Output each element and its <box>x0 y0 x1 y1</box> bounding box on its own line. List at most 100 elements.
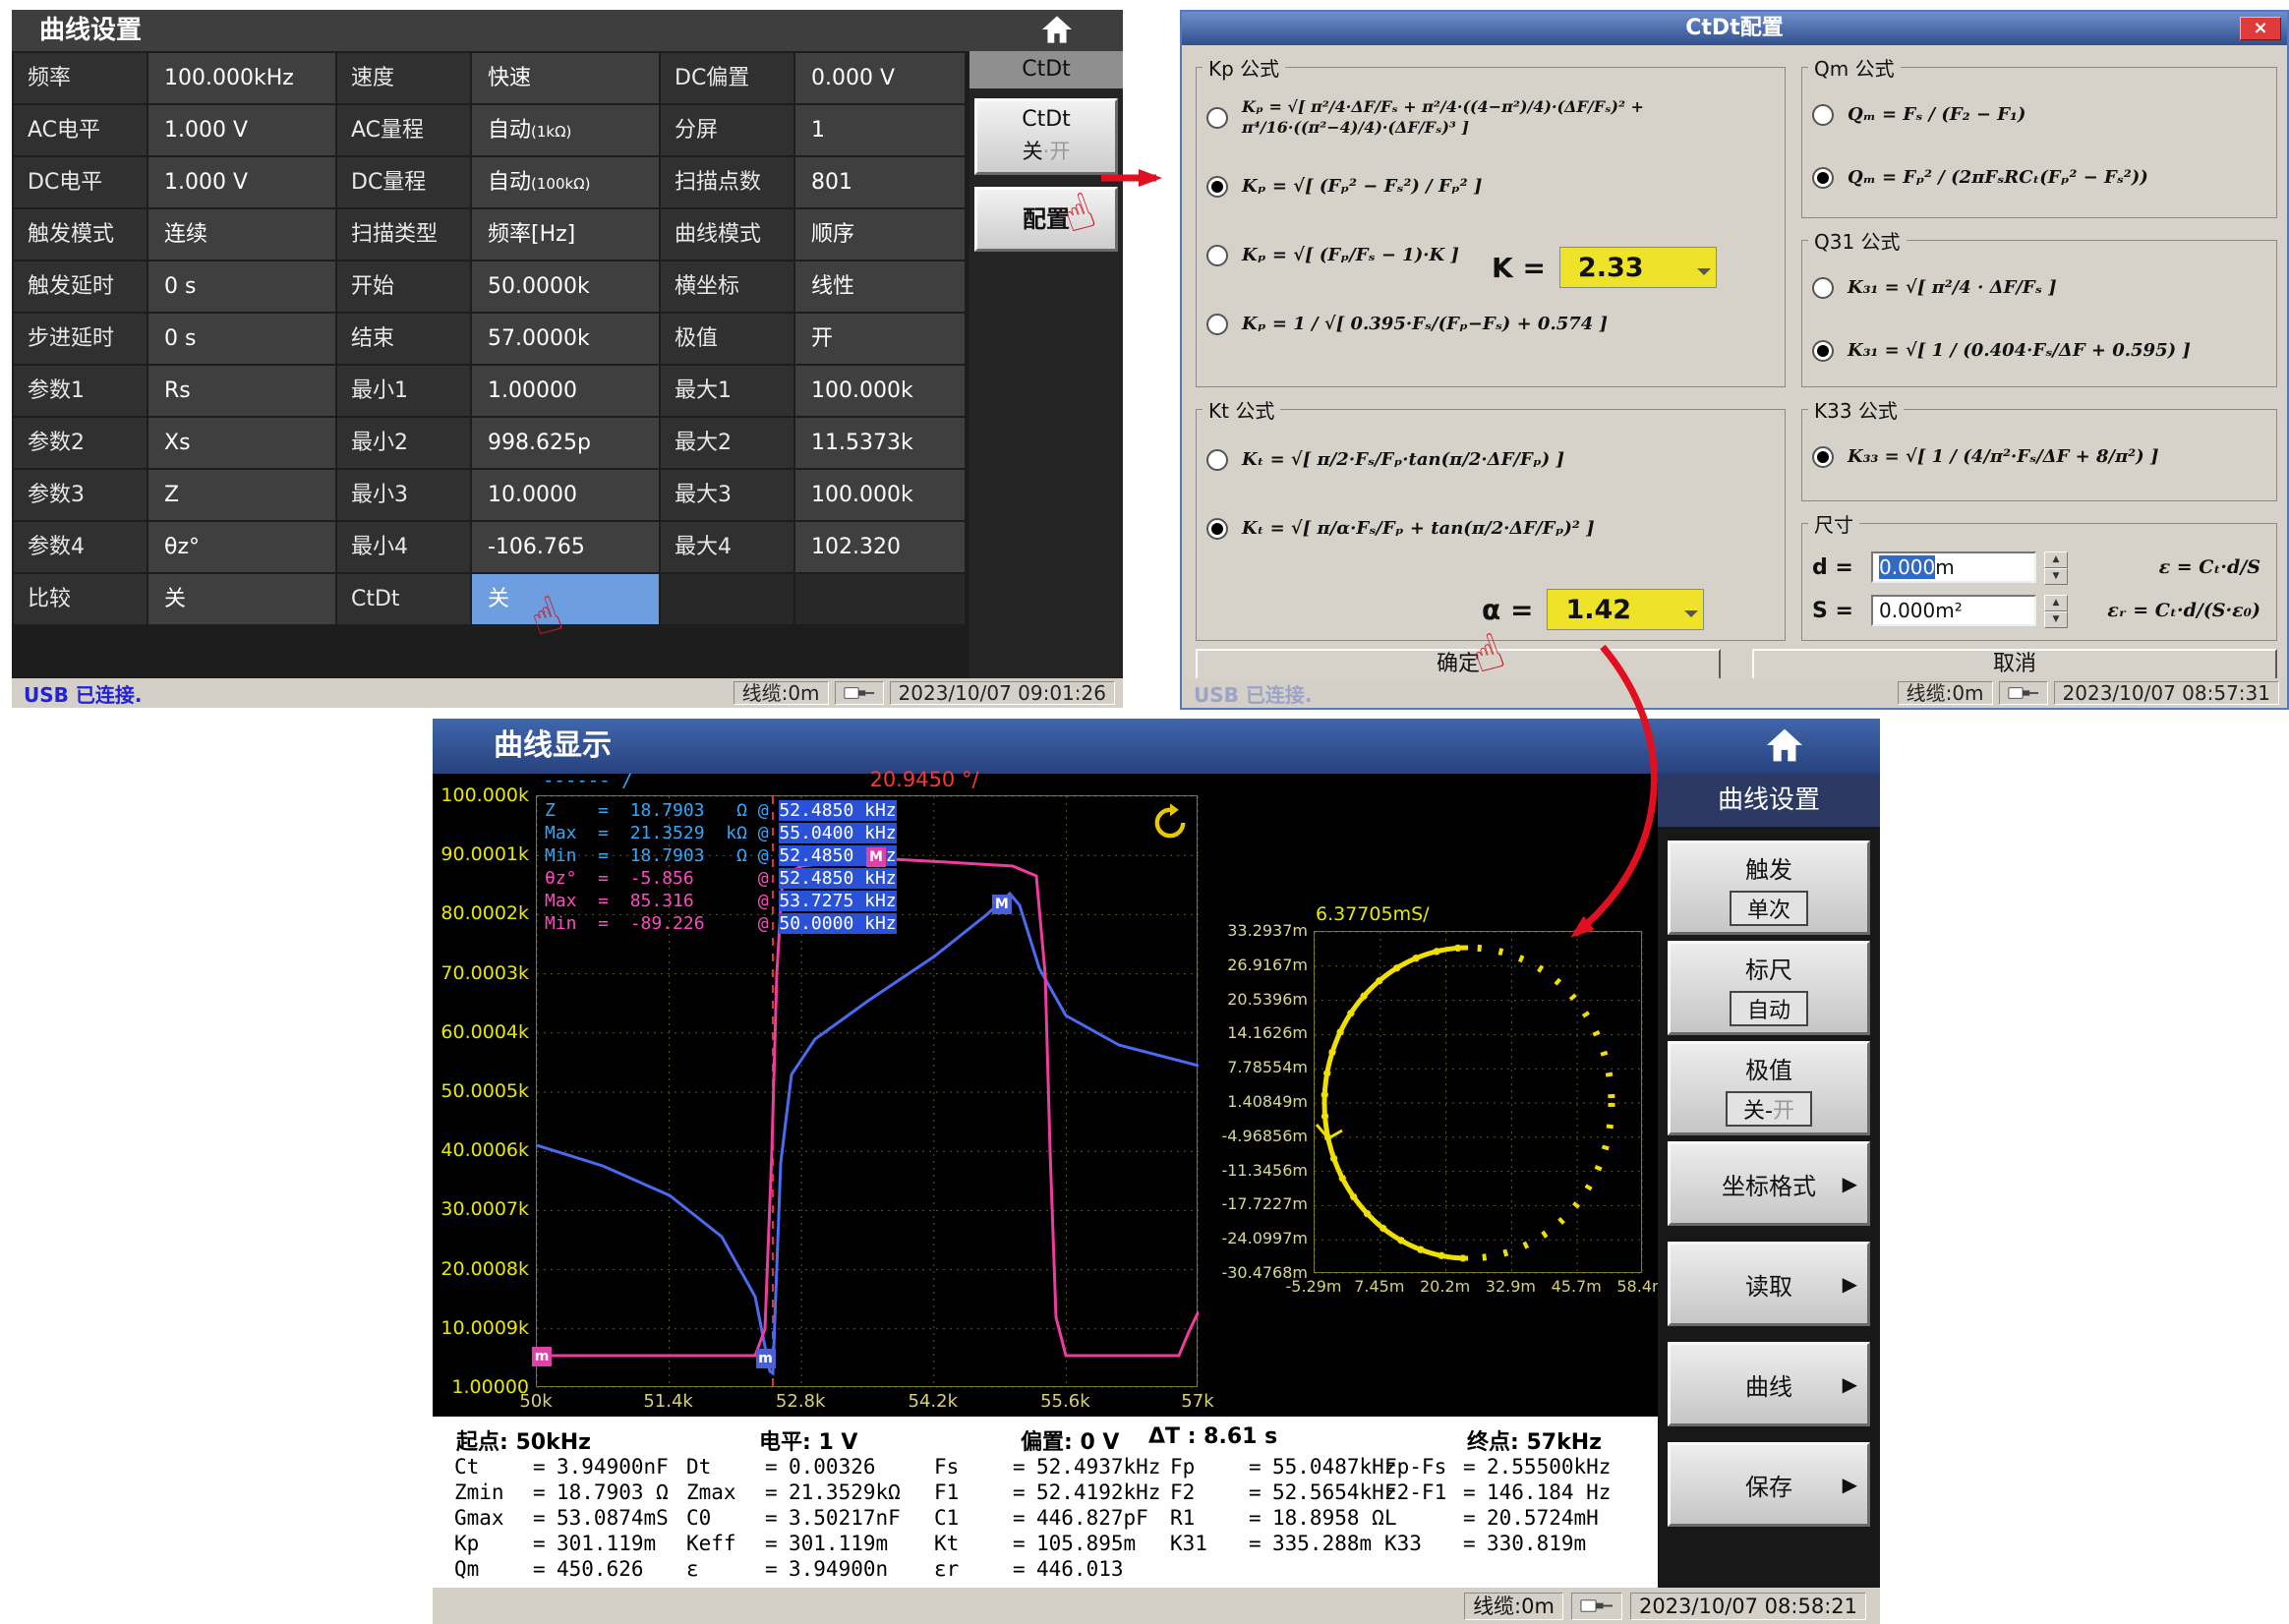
setting-value[interactable]: 线性 <box>795 261 965 312</box>
setting-value[interactable] <box>795 574 965 624</box>
kt-radio-0[interactable] <box>1206 449 1228 471</box>
close-button[interactable]: × <box>2240 17 2281 40</box>
setting-value[interactable]: 11.5373k <box>795 418 965 468</box>
setting-value[interactable]: 10.0000 <box>472 470 659 520</box>
kp-formula-option[interactable]: Kₚ = √[ π²/4·ΔF/Fₛ + π²/4·((4−π²)/4)·(ΔF… <box>1203 84 1779 152</box>
setting-value[interactable]: 1 <box>795 105 965 155</box>
q31-radio-0[interactable] <box>1812 277 1834 299</box>
ok-button[interactable]: 确定 <box>1196 649 1721 680</box>
alpha-label: α = <box>1482 594 1533 626</box>
d-spinner[interactable]: ▲▼ <box>2044 551 2068 583</box>
setting-value[interactable]: 0 s <box>148 314 335 364</box>
setting-value[interactable]: 自动(100kΩ) <box>472 157 659 207</box>
display-window-title: 曲线显示 <box>433 719 1880 774</box>
refresh-icon[interactable] <box>1148 801 1192 848</box>
setting-value[interactable]: 开 <box>795 314 965 364</box>
setting-value[interactable]: 顺序 <box>795 209 965 260</box>
results-table: Ct=3.94900nFDt=0.00326Fs=52.4937kHzFp=55… <box>433 1454 1658 1582</box>
kp-radio-3[interactable] <box>1206 314 1228 335</box>
setting-value[interactable]: 100.000kHz <box>148 53 335 103</box>
setting-value[interactable]: 801 <box>795 157 965 207</box>
qm-formula-option[interactable]: Qₘ = Fₚ² / (2πFₛRCₜ(Fₚ² − Fₛ²)) <box>1808 146 2270 209</box>
kp-radio-0[interactable] <box>1206 107 1228 129</box>
readout-line: Max = 85.316 @ 53.7275 kHz <box>545 890 897 912</box>
usb-status-text: USB 已连接. <box>1194 679 1312 708</box>
setting-value[interactable]: 998.625p <box>472 418 659 468</box>
cable-length: 线缆:0m <box>1464 1593 1563 1620</box>
dropdown-arrow-icon[interactable] <box>1697 268 1711 282</box>
qm-radio-1[interactable] <box>1812 167 1834 189</box>
setting-label: 最小1 <box>337 366 470 416</box>
ctdt-toggle-title: CtDt <box>977 107 1115 132</box>
circle-x-axis: -5.29m7.45m20.2m32.9m45.7m58.4m <box>1281 1277 1674 1296</box>
ctdt-tab[interactable]: CtDt <box>969 51 1123 88</box>
dropdown-arrow-icon[interactable] <box>1684 610 1698 624</box>
setting-value[interactable]: 自动(1kΩ) <box>472 105 659 155</box>
setting-value[interactable]: 1.000 V <box>148 157 335 207</box>
setting-value[interactable]: 0.000 V <box>795 53 965 103</box>
cancel-button[interactable]: 取消 <box>1752 649 2277 680</box>
kt-formula-option[interactable]: Kₜ = √[ π/2·Fₛ/Fₚ·tan(π/2·ΔF/Fₚ) ] <box>1203 426 1779 494</box>
setting-value[interactable]: 0 s <box>148 261 335 312</box>
qm-radio-0[interactable] <box>1812 104 1834 126</box>
formula-text: Kₚ = 1 / √[ 0.395·Fₛ/(Fₚ−Fₛ) + 0.574 ] <box>1242 313 1608 335</box>
kt-radio-1[interactable] <box>1206 518 1228 540</box>
sidebar-button-read[interactable]: 读取▶ <box>1668 1242 1870 1326</box>
result-item: Fp-Fs=2.55500kHz <box>1384 1454 1650 1479</box>
k-input[interactable]: 2.33 <box>1559 247 1717 288</box>
d-input[interactable]: 0.000m <box>1871 551 2036 583</box>
setting-value[interactable]: 连续 <box>148 209 335 260</box>
usb-icon <box>1999 681 2048 705</box>
kp-formula-option[interactable]: Kₚ = 1 / √[ 0.395·Fₛ/(Fₚ−Fₛ) + 0.574 ] <box>1203 290 1779 359</box>
setting-value[interactable]: 57.0000k <box>472 314 659 364</box>
formula-text: K₃₁ = √[ 1 / (0.404·Fₛ/ΔF + 0.595) ] <box>1848 339 2191 362</box>
setting-value[interactable]: Rs <box>148 366 335 416</box>
setting-label: 触发延时 <box>14 261 147 312</box>
setting-value[interactable]: 100.000k <box>795 366 965 416</box>
kp-radio-1[interactable] <box>1206 176 1228 198</box>
kp-formula-group: Kp 公式 Kₚ = √[ π²/4·ΔF/Fₛ + π²/4·((4−π²)/… <box>1196 53 1786 387</box>
setting-value[interactable]: 1.00000 <box>472 366 659 416</box>
sidebar-button-save[interactable]: 保存▶ <box>1668 1442 1870 1527</box>
q31-formula-option[interactable]: K₃₁ = √[ π²/4 · ΔF/Fₛ ] <box>1808 257 2270 319</box>
sidebar-button-coord-format[interactable]: 坐标格式▶ <box>1668 1141 1870 1226</box>
sidebar-header-curve-settings[interactable]: 曲线设置 <box>1658 774 1880 827</box>
result-item: ε=3.94900n <box>686 1556 934 1582</box>
k33-radio-0[interactable] <box>1812 446 1834 468</box>
setting-value[interactable]: Xs <box>148 418 335 468</box>
curve-settings-window: 曲线设置 频率100.000kHz速度快速DC偏置0.000 VAC电平1.00… <box>12 10 1123 708</box>
kp-formula-option[interactable]: Kₚ = √[ (Fₚ² − Fₛ²) / Fₚ² ] <box>1203 152 1779 221</box>
sidebar-button-ruler[interactable]: 标尺自动 <box>1668 941 1870 1035</box>
setting-value[interactable]: 1.000 V <box>148 105 335 155</box>
kp-radio-2[interactable] <box>1206 245 1228 266</box>
sidebar-button-trigger[interactable]: 触发单次 <box>1668 841 1870 935</box>
sidebar-button-extreme[interactable]: 极值关-开 <box>1668 1041 1870 1135</box>
tick-label: 20.5396m <box>1213 991 1308 1009</box>
setting-value[interactable]: 102.320 <box>795 522 965 572</box>
s-input[interactable]: 0.000m² <box>1871 595 2036 626</box>
ctdt-off-value[interactable]: 关 <box>472 574 659 624</box>
q31-group-label: Q31 公式 <box>1808 226 1907 255</box>
kt-formula-option[interactable]: Kₜ = √[ π/α·Fₛ/Fₚ + tan(π/2·ΔF/Fₚ)² ] <box>1203 494 1779 563</box>
trace-marker: m <box>756 1349 776 1368</box>
setting-value[interactable]: θz° <box>148 522 335 572</box>
ctdt-toggle-button[interactable]: CtDt 关·开 <box>974 98 1118 175</box>
setting-value[interactable]: Z <box>148 470 335 520</box>
tick-label: 100.000k <box>435 785 529 805</box>
setting-value[interactable]: 快速 <box>472 53 659 103</box>
s-spinner[interactable]: ▲▼ <box>2044 595 2068 626</box>
setting-value[interactable]: 50.0000k <box>472 261 659 312</box>
setting-value[interactable]: 频率[Hz] <box>472 209 659 260</box>
alpha-input[interactable]: 1.42 <box>1547 589 1704 630</box>
setting-value[interactable]: -106.765 <box>472 522 659 572</box>
tick-label: 26.9167m <box>1213 957 1308 974</box>
setting-label: 参数4 <box>14 522 147 572</box>
sidebar-button-curve[interactable]: 曲线▶ <box>1668 1342 1870 1426</box>
qm-formula-option[interactable]: Qₘ = Fₛ / (F₂ − F₁) <box>1808 84 2270 146</box>
home-icon[interactable] <box>1765 727 1804 767</box>
q31-radio-1[interactable] <box>1812 340 1834 362</box>
k33-formula-option[interactable]: K₃₃ = √[ 1 / (4/π²·Fₛ/ΔF + 8/π²) ] <box>1808 426 2270 489</box>
q31-formula-option[interactable]: K₃₁ = √[ 1 / (0.404·Fₛ/ΔF + 0.595) ] <box>1808 319 2270 382</box>
setting-value[interactable]: 100.000k <box>795 470 965 520</box>
setting-value[interactable]: 关 <box>148 574 335 624</box>
